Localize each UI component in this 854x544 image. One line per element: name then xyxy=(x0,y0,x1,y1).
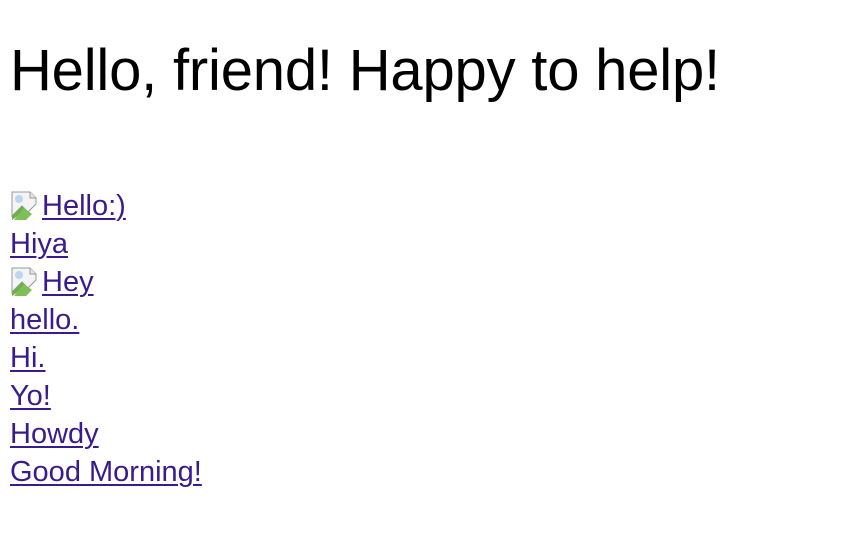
link-hiya[interactable]: Hiya xyxy=(10,225,68,263)
link-hello-dot[interactable]: hello. xyxy=(10,301,79,339)
link-label: Hey xyxy=(42,266,94,298)
page: Hello, friend! Happy to help! Hello:) Hi… xyxy=(0,0,854,544)
link-good-morning[interactable]: Good Morning! xyxy=(10,453,202,491)
link-label: Hello:) xyxy=(42,190,126,222)
list-item: Good Morning! xyxy=(10,453,410,491)
list-item: Hi. xyxy=(10,339,410,377)
list-item: hello. xyxy=(10,301,410,339)
link-hello-smile[interactable]: Hello:) xyxy=(10,187,126,225)
page-heading: Hello, friend! Happy to help! xyxy=(10,38,720,103)
link-howdy[interactable]: Howdy xyxy=(10,415,99,453)
list-item: Hello:) xyxy=(10,187,410,225)
list-item: Yo! xyxy=(10,377,410,415)
broken-image-icon xyxy=(10,266,42,298)
link-hey[interactable]: Hey xyxy=(10,263,94,301)
link-hi[interactable]: Hi. xyxy=(10,339,45,377)
list-item: Hiya xyxy=(10,225,410,263)
greeting-links-list: Hello:) Hiya Hey hello. Hi. Yo! Howdy Go… xyxy=(10,187,410,491)
list-item: Howdy xyxy=(10,415,410,453)
list-item: Hey xyxy=(10,263,410,301)
link-yo[interactable]: Yo! xyxy=(10,377,51,415)
broken-image-icon xyxy=(10,190,42,222)
